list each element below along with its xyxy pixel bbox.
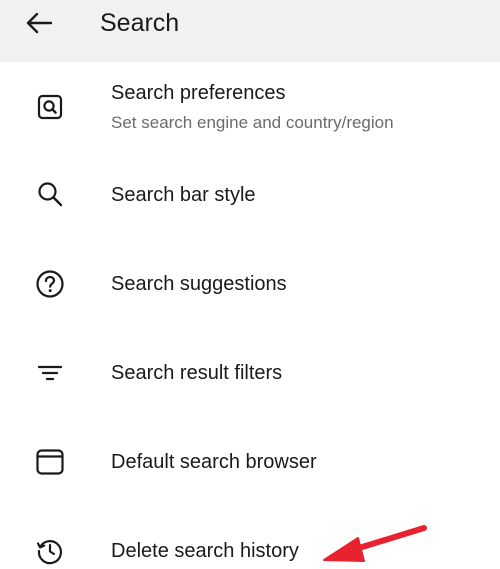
settings-item-label: Search bar style (111, 184, 256, 206)
browser-window-icon (35, 447, 65, 477)
settings-item-label: Default search browser (111, 451, 317, 473)
top-bar: Search (0, 0, 500, 62)
question-circle-icon (35, 269, 65, 299)
settings-item-search-preferences[interactable]: Search preferences Set search engine and… (0, 68, 500, 144)
history-icon (35, 536, 65, 566)
settings-item-label: Delete search history (111, 540, 299, 562)
back-button[interactable] (22, 8, 56, 38)
search-box-icon (35, 92, 65, 122)
settings-item-label: Search preferences (111, 82, 286, 104)
settings-item-default-search-browser[interactable]: Default search browser (0, 424, 500, 500)
settings-item-label: Search suggestions (111, 273, 287, 295)
settings-item-search-suggestions[interactable]: Search suggestions (0, 246, 500, 322)
settings-item-search-bar-style[interactable]: Search bar style (0, 157, 500, 233)
settings-item-search-result-filters[interactable]: Search result filters (0, 335, 500, 411)
arrow-left-icon (26, 12, 53, 34)
filter-lines-icon (35, 358, 65, 388)
search-icon (35, 179, 65, 209)
settings-page: Search Search preferences Set search eng… (0, 0, 500, 569)
page-title: Search (100, 9, 180, 37)
settings-item-description: Set search engine and country/region (111, 113, 394, 132)
annotation-arrow-icon (323, 525, 427, 562)
settings-item-label: Search result filters (111, 362, 283, 384)
